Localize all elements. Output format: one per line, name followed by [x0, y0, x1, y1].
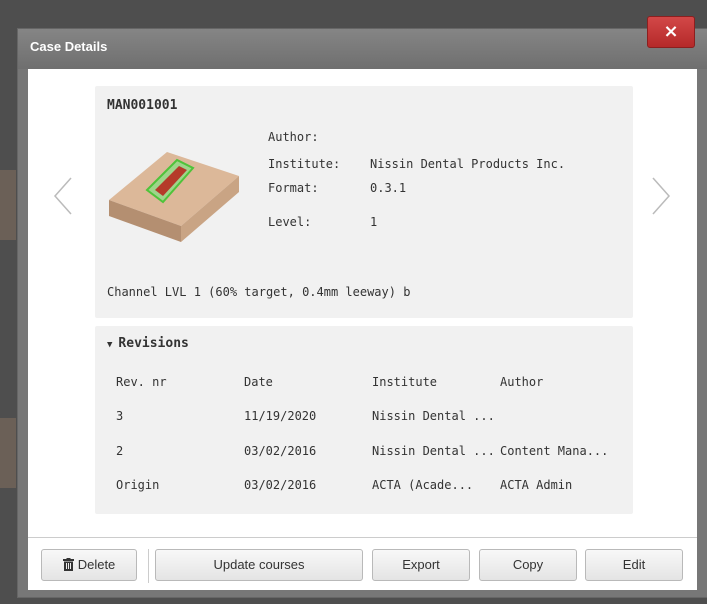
table-cell: 2 — [116, 444, 124, 458]
level-value: 1 — [370, 215, 378, 229]
update-courses-button[interactable]: Update courses — [155, 549, 363, 581]
prev-case-button[interactable] — [51, 176, 75, 216]
next-case-button[interactable] — [649, 176, 673, 216]
delete-button[interactable]: Delete — [41, 549, 137, 581]
table-cell: 3 — [116, 409, 124, 423]
chevron-right-icon — [652, 177, 671, 215]
background-app-strip — [0, 418, 16, 488]
author-label: Author: — [268, 130, 319, 144]
revisions-panel: ▼ Revisions Rev. nr Date Institute Author… — [95, 326, 633, 514]
table-cell: Content Mana... — [500, 444, 609, 458]
case-thumbnail — [109, 152, 239, 242]
table-cell: ACTA Admin — [500, 478, 573, 492]
table-cell: Nissin Dental ... — [372, 409, 495, 423]
institute-value: Nissin Dental Products Inc. — [370, 157, 566, 171]
table-cell: Origin — [116, 478, 160, 492]
case-details-dialog: Case Details × MAN001001 Author: Institu… — [17, 16, 707, 598]
triangle-down-icon: ▼ — [107, 340, 113, 350]
edit-button[interactable]: Edit — [585, 549, 683, 581]
case-description: Channel LVL 1 (60% target, 0.4mm leeway)… — [107, 285, 411, 299]
table-cell: ACTA (Acade... — [372, 478, 474, 492]
table-cell: 11/19/2020 — [244, 409, 317, 423]
institute-label: Institute: — [268, 157, 341, 171]
trash-icon — [62, 558, 74, 571]
revisions-toggle[interactable]: ▼ Revisions — [107, 336, 189, 351]
dialog-content: MAN001001 Author: Institute: Nissin Dent… — [28, 69, 697, 537]
footer-divider — [148, 549, 149, 583]
column-header-institute: Institute — [372, 375, 438, 389]
case-summary-card: MAN001001 Author: Institute: Nissin Dent… — [95, 86, 633, 318]
export-button[interactable]: Export — [372, 549, 470, 581]
background-app-strip — [0, 170, 16, 240]
column-header-date: Date — [244, 375, 273, 389]
revisions-title: Revisions — [118, 336, 189, 351]
table-cell: Nissin Dental ... — [372, 444, 495, 458]
dialog-footer: Delete Update courses Export Copy Edit — [28, 537, 697, 590]
close-button[interactable]: × — [647, 16, 695, 48]
case-id: MAN001001 — [107, 98, 178, 113]
format-label: Format: — [268, 181, 319, 195]
copy-button[interactable]: Copy — [479, 549, 577, 581]
chevron-left-icon — [53, 177, 72, 215]
close-icon: × — [663, 21, 679, 42]
dialog-titlebar: Case Details × — [18, 16, 707, 69]
delete-label: Delete — [77, 557, 116, 572]
level-label: Level: — [268, 215, 312, 229]
column-header-rev-nr: Rev. nr — [116, 375, 167, 389]
dialog-title: Case Details — [30, 39, 108, 54]
table-cell: 03/02/2016 — [244, 478, 317, 492]
table-cell: 03/02/2016 — [244, 444, 317, 458]
format-value: 0.3.1 — [370, 181, 407, 195]
column-header-author: Author — [500, 375, 544, 389]
